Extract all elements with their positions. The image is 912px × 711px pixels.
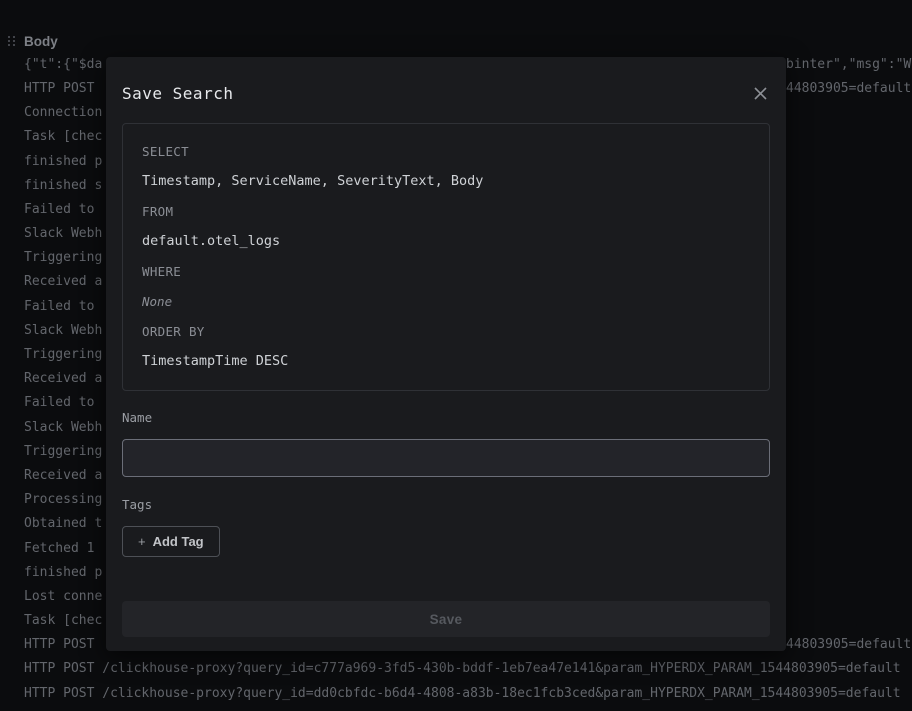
close-button[interactable] (746, 79, 774, 107)
select-value: Timestamp, ServiceName, SeverityText, Bo… (142, 173, 750, 190)
query-preview-box: SELECT Timestamp, ServiceName, SeverityT… (122, 123, 770, 391)
add-tag-label: Add Tag (153, 534, 204, 549)
modal-header: Save Search (122, 81, 770, 105)
save-search-modal: Save Search SELECT Timestamp, ServiceNam… (106, 57, 786, 651)
select-label: SELECT (142, 143, 750, 160)
order-by-label: ORDER BY (142, 323, 750, 340)
plus-icon: + (138, 534, 146, 549)
from-value: default.otel_logs (142, 233, 750, 250)
where-label: WHERE (142, 263, 750, 280)
from-label: FROM (142, 203, 750, 220)
save-button[interactable]: Save (122, 601, 770, 637)
name-label: Name (122, 409, 770, 426)
name-input[interactable] (122, 439, 770, 477)
add-tag-button[interactable]: + Add Tag (122, 526, 220, 557)
order-by-value: TimestampTime DESC (142, 353, 750, 370)
where-value: None (142, 293, 750, 310)
tags-label: Tags (122, 496, 770, 513)
modal-title: Save Search (122, 84, 233, 103)
close-icon (753, 86, 768, 101)
